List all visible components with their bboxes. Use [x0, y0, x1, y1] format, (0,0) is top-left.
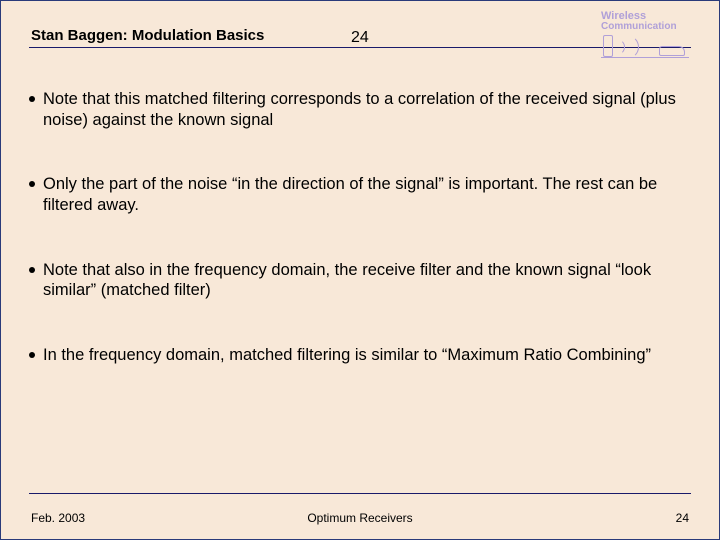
- logo-text-line2: Communication: [601, 22, 691, 32]
- footer: Feb. 2003 Optimum Receivers 24: [1, 501, 719, 525]
- bullet-dot-icon: [29, 96, 35, 102]
- bullet-text: Note that also in the frequency domain, …: [43, 260, 691, 301]
- bullet-item: Note that this matched filtering corresp…: [29, 89, 691, 130]
- footer-rule: [29, 493, 691, 494]
- slide: Stan Baggen: Modulation Basics 24 Wirele…: [0, 0, 720, 540]
- footer-title: Optimum Receivers: [1, 511, 719, 525]
- content: Note that this matched filtering corresp…: [1, 65, 719, 365]
- logo-art-icon: [601, 34, 689, 58]
- bullet-dot-icon: [29, 352, 35, 358]
- bullet-dot-icon: [29, 267, 35, 273]
- header-rule: [29, 47, 691, 48]
- bullet-text: In the frequency domain, matched filteri…: [43, 345, 691, 366]
- logo-text: Wireless Communication: [601, 11, 691, 32]
- header-title: Stan Baggen: Modulation Basics: [31, 27, 264, 44]
- header: Stan Baggen: Modulation Basics 24 Wirele…: [1, 1, 719, 65]
- bullet-item: In the frequency domain, matched filteri…: [29, 345, 691, 366]
- footer-page-number: 24: [676, 511, 689, 525]
- bullet-text: Note that this matched filtering corresp…: [43, 89, 691, 130]
- bullet-text: Only the part of the noise “in the direc…: [43, 174, 691, 215]
- bullet-dot-icon: [29, 181, 35, 187]
- bullet-item: Only the part of the noise “in the direc…: [29, 174, 691, 215]
- header-page-number: 24: [351, 29, 369, 47]
- bullet-item: Note that also in the frequency domain, …: [29, 260, 691, 301]
- wireless-communication-logo: Wireless Communication: [601, 11, 691, 55]
